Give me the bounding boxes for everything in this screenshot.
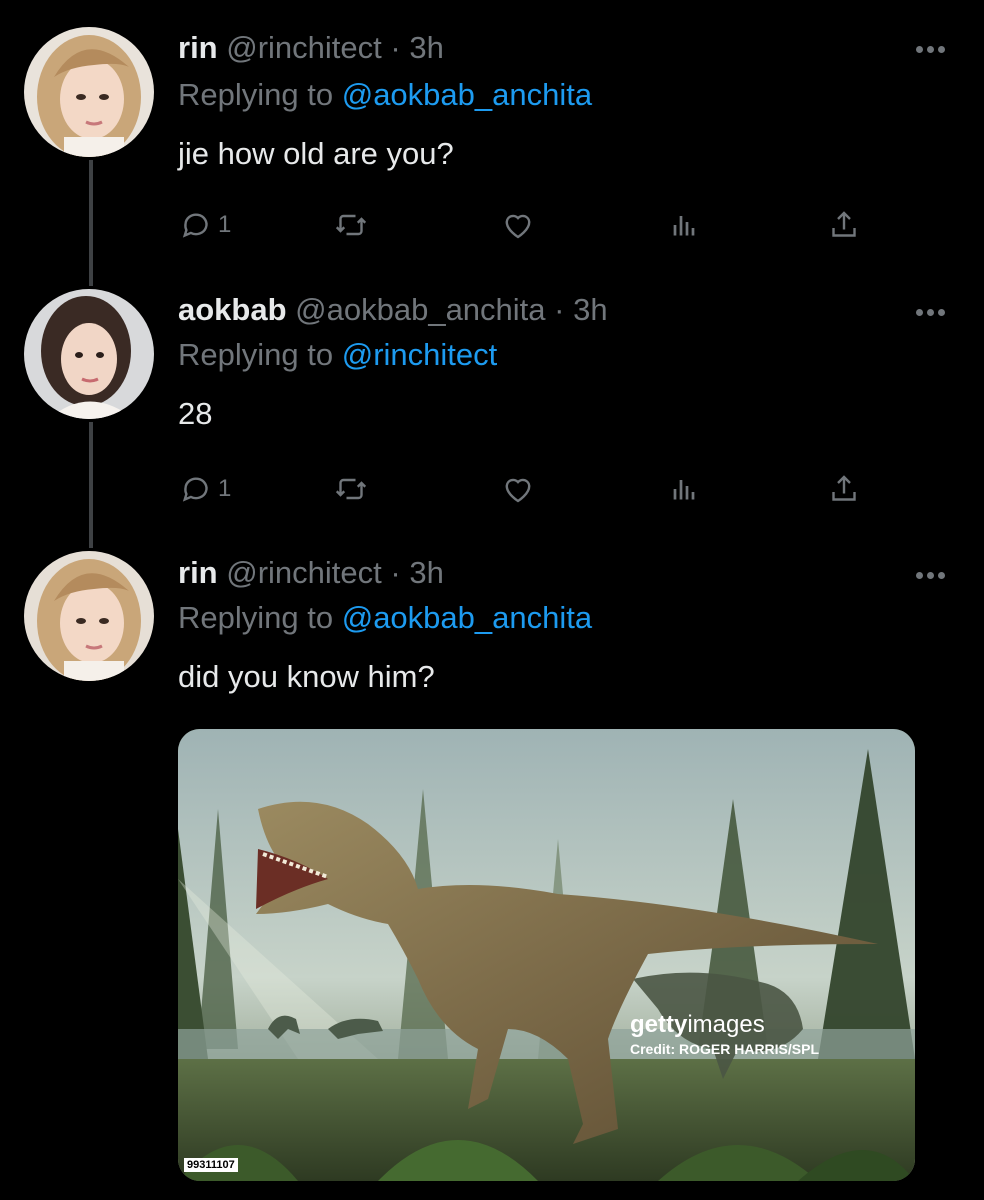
mention-link[interactable]: @aokbab_anchita	[342, 77, 592, 112]
more-options-button[interactable]	[916, 44, 946, 54]
tweet-media-image[interactable]: gettyimages Credit: ROGER HARRIS/SPL 993…	[178, 729, 915, 1181]
tweet-text: 28	[178, 396, 213, 431]
replying-to: Replying to @aokbab_anchita	[178, 77, 592, 113]
image-id-badge: 99311107	[184, 1158, 238, 1172]
dinosaur-photo	[178, 729, 915, 1181]
watermark-logo: gettyimages	[630, 1011, 765, 1038]
reply-count: 1	[218, 475, 232, 502]
mention-link[interactable]: @rinchitect	[342, 337, 498, 372]
tweet-text: jie how old are you?	[178, 136, 454, 171]
action-bar: 1	[178, 469, 868, 509]
avatar-image	[24, 551, 154, 681]
views-icon	[673, 480, 695, 500]
retweet-button[interactable]	[333, 469, 369, 509]
tweet[interactable]: aokbab @aokbab_anchita · 3h Replying to …	[0, 286, 984, 548]
mention-link[interactable]: @aokbab_anchita	[342, 600, 592, 635]
more-options-button[interactable]	[916, 570, 946, 580]
retweet-icon	[335, 478, 367, 500]
replying-to: Replying to @rinchitect	[178, 337, 497, 373]
tweet-text: did you know him?	[178, 659, 435, 694]
more-icon	[927, 572, 934, 579]
more-options-button[interactable]	[916, 307, 946, 317]
photo-credit: Credit: ROGER HARRIS/SPL	[630, 1041, 820, 1057]
reply-icon	[182, 477, 208, 502]
avatar[interactable]	[24, 27, 154, 157]
avatar[interactable]	[24, 551, 154, 681]
like-icon	[505, 478, 531, 503]
avatar-image	[24, 27, 154, 157]
display-name[interactable]: aokbab	[178, 292, 287, 327]
views-button[interactable]	[666, 205, 702, 245]
more-icon	[927, 309, 934, 316]
display-name[interactable]: rin	[178, 555, 218, 590]
replying-to: Replying to @aokbab_anchita	[178, 600, 592, 636]
more-icon	[938, 309, 945, 316]
more-icon	[938, 572, 945, 579]
avatar-image	[24, 289, 154, 419]
user-handle[interactable]: @rinchitect	[226, 30, 382, 65]
views-button[interactable]	[666, 469, 702, 509]
tweet-header: rin @rinchitect · 3h	[178, 30, 444, 66]
user-handle[interactable]: @rinchitect	[226, 555, 382, 590]
share-icon	[832, 475, 856, 501]
share-icon	[832, 211, 856, 237]
timestamp[interactable]: · 3h	[554, 292, 607, 327]
more-icon	[916, 309, 923, 316]
more-icon	[938, 46, 945, 53]
timestamp[interactable]: · 3h	[390, 30, 443, 65]
more-icon	[916, 46, 923, 53]
more-icon	[916, 572, 923, 579]
tweet-header: aokbab @aokbab_anchita · 3h	[178, 292, 608, 328]
replying-prefix: Replying to	[178, 600, 334, 635]
user-handle[interactable]: @aokbab_anchita	[295, 292, 545, 327]
views-icon	[673, 216, 695, 236]
replying-prefix: Replying to	[178, 337, 334, 372]
tweet[interactable]: rin @rinchitect · 3h Replying to @aokbab…	[0, 0, 984, 286]
like-button[interactable]	[500, 469, 536, 509]
action-bar: 1	[178, 205, 868, 245]
reply-button[interactable]: 1	[178, 469, 231, 509]
replying-prefix: Replying to	[178, 77, 334, 112]
share-button[interactable]	[826, 469, 862, 509]
more-icon	[927, 46, 934, 53]
share-button[interactable]	[826, 205, 862, 245]
timestamp[interactable]: · 3h	[390, 555, 443, 590]
reply-button[interactable]: 1	[178, 205, 231, 245]
like-icon	[505, 214, 531, 239]
avatar[interactable]	[24, 289, 154, 419]
reply-icon	[182, 213, 208, 238]
display-name[interactable]: rin	[178, 30, 218, 65]
reply-count: 1	[218, 211, 232, 238]
like-button[interactable]	[500, 205, 536, 245]
retweet-icon	[335, 214, 367, 236]
retweet-button[interactable]	[333, 205, 369, 245]
tweet-header: rin @rinchitect · 3h	[178, 555, 444, 591]
